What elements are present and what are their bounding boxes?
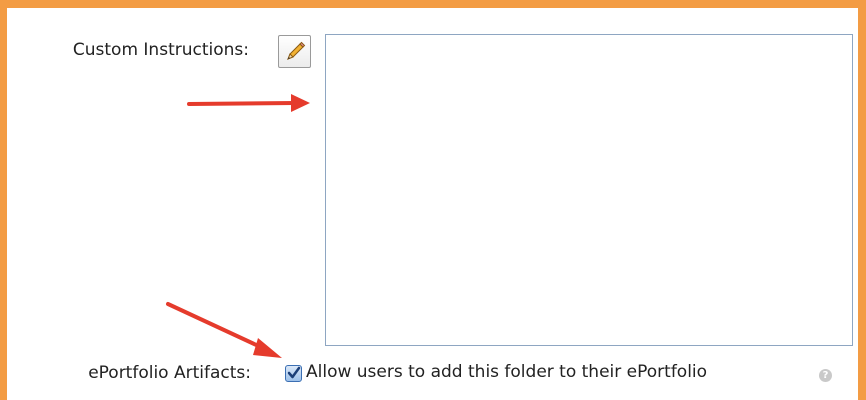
- custom-instructions-textarea[interactable]: [325, 34, 853, 346]
- annotation-arrow-right: [187, 94, 310, 112]
- checkmark-icon: [287, 366, 301, 379]
- form-panel: Custom Instructions: ePortfolio Artifact…: [0, 0, 866, 400]
- eportfolio-checkbox-label[interactable]: Allow users to add this folder to their …: [306, 362, 707, 382]
- custom-instructions-label: Custom Instructions:: [72, 40, 249, 60]
- annotation-arrow-diagonal: [166, 302, 282, 358]
- eportfolio-artifacts-label: ePortfolio Artifacts:: [88, 363, 251, 383]
- eportfolio-checkbox[interactable]: [285, 365, 302, 382]
- edit-instructions-button[interactable]: [278, 35, 311, 68]
- pencil-icon: [287, 41, 306, 60]
- question-circle-icon[interactable]: ?: [819, 369, 832, 382]
